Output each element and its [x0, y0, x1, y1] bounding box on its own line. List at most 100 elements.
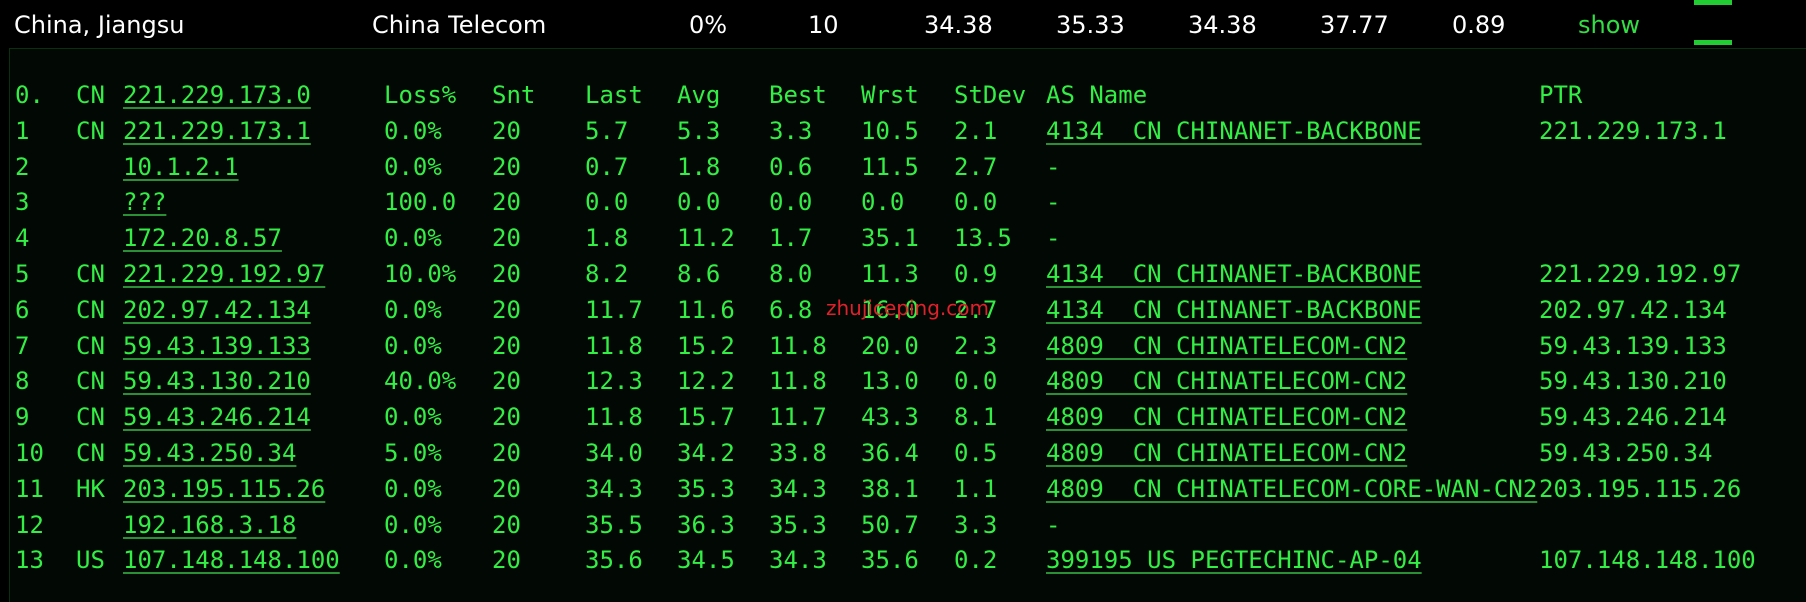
hop-cc: CN: [76, 439, 105, 467]
hop-snt: 20: [492, 188, 521, 217]
hop-last: 34.0: [585, 439, 643, 467]
summary-location: China, Jiangsu: [14, 11, 185, 39]
hop-loss: 10.0%: [384, 260, 457, 288]
header-last: Last: [585, 81, 643, 109]
hop-wrst: 10.5: [861, 116, 919, 145]
hop-stdev: 2.7: [954, 152, 998, 181]
hop-cc: CN: [76, 260, 105, 288]
hop-stdev: 3.3: [954, 510, 998, 539]
hop-loss: 0.0%: [384, 510, 442, 539]
hop-as-link[interactable]: 4809 CN CHINATELECOM-CN2: [1046, 366, 1407, 396]
hop-stdev: 0.5: [954, 439, 998, 467]
hop-ptr: 59.43.139.133: [1539, 331, 1727, 360]
hop-n: 13: [15, 546, 44, 575]
summary-isp: China Telecom: [372, 11, 547, 39]
hop-loss: 0.0%: [384, 403, 442, 432]
hop-stdev: 2.3: [954, 331, 998, 360]
hop-ptr: 202.97.42.134: [1539, 295, 1727, 324]
hop-n: 10: [15, 439, 44, 467]
hop-wrst: 35.1: [861, 224, 919, 253]
hop-host-link[interactable]: 107.148.148.100: [123, 545, 340, 575]
hop-host-link[interactable]: 59.43.250.34: [123, 438, 296, 468]
hop-last: 0.7: [585, 152, 629, 181]
hop-as-empty: -: [1046, 224, 1061, 253]
hop-as-link[interactable]: 4809 CN CHINATELECOM-CORE-WAN-CN2: [1046, 474, 1537, 504]
header-index: 0.: [15, 81, 44, 109]
hop-loss: 100.0: [384, 188, 457, 217]
hop-host-link[interactable]: ???: [123, 187, 166, 217]
hop-stdev: 1.1: [954, 474, 998, 503]
hop-avg: 34.5: [677, 546, 735, 575]
hop-as-link[interactable]: 4809 CN CHINATELECOM-CN2: [1046, 438, 1407, 468]
hop-n: 6: [15, 295, 30, 324]
hop-best: 11.7: [769, 403, 827, 432]
hop-best: 6.8: [769, 295, 813, 324]
hop-host-link[interactable]: 172.20.8.57: [123, 223, 282, 253]
hop-avg: 35.3: [677, 474, 735, 503]
hop-ptr: 221.229.173.1: [1539, 116, 1727, 145]
hop-host-link[interactable]: 221.229.192.97: [123, 259, 325, 289]
hop-as-link[interactable]: 4809 CN CHINATELECOM-CN2: [1046, 402, 1407, 432]
hop-host-link[interactable]: 221.229.173.1: [123, 116, 311, 146]
summary-best: 34.38: [1188, 11, 1257, 39]
hop-host-link[interactable]: 202.97.42.134: [123, 295, 311, 325]
header-snt: Snt: [492, 81, 536, 109]
hop-host-link[interactable]: 59.43.130.210: [123, 366, 311, 396]
hop-n: 12: [15, 510, 44, 539]
hop-avg: 0.0: [677, 188, 721, 217]
hop-wrst: 11.5: [861, 152, 919, 181]
hop-stdev: 13.5: [954, 224, 1012, 253]
hop-as-link[interactable]: 4134 CN CHINANET-BACKBONE: [1046, 259, 1422, 289]
hop-avg: 1.8: [677, 152, 721, 181]
summary-loss: 0%: [689, 11, 728, 39]
hop-best: 1.7: [769, 224, 813, 253]
hop-loss: 0.0%: [384, 546, 442, 575]
hop-cc: CN: [76, 116, 105, 145]
hop-cc: CN: [76, 331, 105, 360]
hop-last: 11.8: [585, 403, 643, 432]
hop-as-link[interactable]: 4809 CN CHINATELECOM-CN2: [1046, 331, 1407, 361]
hop-best: 0.0: [769, 188, 813, 217]
hop-n: 9: [15, 403, 30, 432]
hop-snt: 20: [492, 116, 521, 145]
hop-n: 5: [15, 260, 30, 288]
hop-avg: 11.6: [677, 295, 735, 324]
hop-as-link[interactable]: 399195 US PEGTECHINC-AP-04: [1046, 545, 1422, 575]
hop-loss: 0.0%: [384, 295, 442, 324]
header-as-name: AS Name: [1046, 81, 1148, 109]
hop-stdev: 0.9: [954, 260, 998, 288]
hop-stdev: 0.2: [954, 546, 998, 575]
hop-as-link[interactable]: 4134 CN CHINANET-BACKBONE: [1046, 116, 1422, 146]
hop-host-link[interactable]: 59.43.246.214: [123, 402, 311, 432]
hop-wrst: 38.1: [861, 474, 919, 503]
hop-best: 34.3: [769, 474, 827, 503]
hop-best: 0.6: [769, 152, 813, 181]
hop-last: 8.2: [585, 260, 629, 288]
hop-loss: 0.0%: [384, 116, 442, 145]
header-cc: CN: [76, 81, 105, 109]
hop-as-empty: -: [1046, 152, 1061, 181]
hop-avg: 12.2: [677, 367, 735, 396]
hop-as-empty: -: [1046, 510, 1061, 539]
hop-avg: 36.3: [677, 510, 735, 539]
hop-host-link[interactable]: 59.43.139.133: [123, 331, 311, 361]
collapse-handle-bottom[interactable]: [1694, 40, 1732, 45]
hop-cc: CN: [76, 403, 105, 432]
hop-host-link[interactable]: 203.195.115.26: [123, 474, 325, 504]
hop-stdev: 8.1: [954, 403, 998, 432]
hop-as-link[interactable]: 4134 CN CHINANET-BACKBONE: [1046, 295, 1422, 325]
hop-ptr: 203.195.115.26: [1539, 474, 1742, 503]
hop-loss: 0.0%: [384, 474, 442, 503]
header-host[interactable]: 221.229.173.0: [123, 80, 311, 110]
show-button[interactable]: show: [1578, 10, 1640, 40]
hop-wrst: 36.4: [861, 439, 919, 467]
hop-wrst: 0.0: [861, 188, 905, 217]
hop-wrst: 35.6: [861, 546, 919, 575]
hop-host-link[interactable]: 10.1.2.1: [123, 152, 239, 182]
hop-wrst: 13.0: [861, 367, 919, 396]
hop-avg: 5.3: [677, 116, 721, 145]
hop-stdev: 0.0: [954, 188, 998, 217]
hop-host-link[interactable]: 192.168.3.18: [123, 510, 296, 540]
hop-last: 11.7: [585, 295, 643, 324]
hop-best: 33.8: [769, 439, 827, 467]
